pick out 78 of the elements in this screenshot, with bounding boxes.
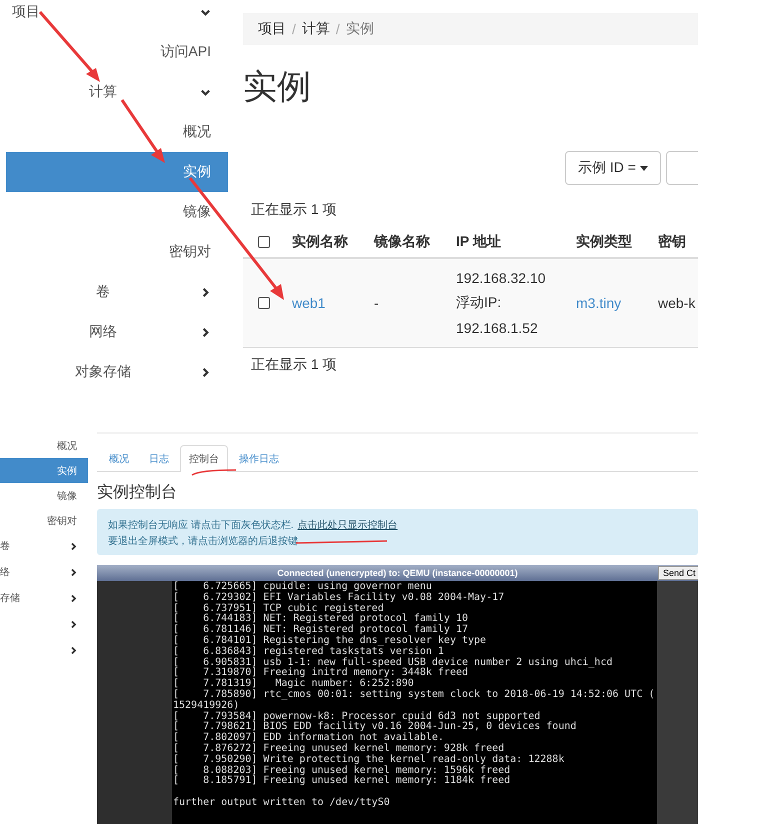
console-line: [ 7.781319] Magic number: 6:252:890 [173,679,415,690]
breadcrumb-separator: / [336,21,340,37]
tab[interactable]: 概况 [100,445,138,472]
sidebar-item[interactable]: 网络 [6,312,228,352]
connection-status-text: Connected (unencrypted) to: QEMU (instance-00000001) [277,568,518,578]
column-header[interactable]: IP 地址 [456,233,576,251]
breadcrumb-item[interactable]: 计算 [302,20,330,38]
console-line: [ 6.784101] Registering the dns_resolver key type [173,636,488,646]
sidebar-item[interactable]: 项目 [6,0,228,32]
console-line: [ 6.737951] TCP cubic registered [173,604,384,614]
sidebar-item[interactable]: 镜像 [0,483,88,508]
section-title: 实例控制台 [97,482,178,502]
console-line: further output written to /dev/ttyS0 [173,798,391,809]
info-text: 如果控制台无响应 请点击下面灰色状态栏. [108,518,294,532]
info-text: 要退出全屏模式，请点击浏览器的后退按键 [108,534,298,548]
console-line: [ 6.836843] registered taskstats version 1 [173,646,445,657]
console-line: [ 6.905831] usb 1-1: new full-speed USB device number 2 using uhci_hcd [173,658,614,668]
console-line: [ 8.185791] Freeing unused kernel memory: 1184k freed [173,776,512,788]
sidebar-item[interactable]: 实例 [0,458,88,483]
breadcrumb-separator: / [292,21,296,37]
console-line: [ 7.785890] rtc_cmos 00:01: setting system clock to 2018-06-19 14:52:06 UTC ( [173,690,656,700]
tab[interactable]: 日志 [140,445,178,472]
sidebar-item[interactable]: 实例 [6,152,228,192]
breadcrumb-item[interactable]: 实例 [346,20,374,38]
console-line: [ 6.781146] NET: Registered protocol family 17 [173,625,470,636]
console-line: [ 7.793584] powernow-k8: Processor cpuid 6d3 not supported [173,712,542,722]
page-title: 实例 [243,67,312,107]
annotation-underline [192,469,236,476]
tab[interactable]: 控制台 [180,445,228,472]
sidebar-item[interactable]: 密钥对 [6,232,228,272]
sidebar-item[interactable]: 概况 [6,112,228,152]
sidebar-item[interactable]: 访问API [6,32,228,72]
sidebar-item[interactable]: 卷 [0,539,10,553]
sidebar-item[interactable]: 镜像 [6,192,228,232]
sidebar-item[interactable]: 计算 [6,72,228,112]
ip-address-text: 浮动IP: [456,294,502,312]
chevron-right-icon[interactable] [69,542,78,550]
annotation-arrow [38,11,100,82]
console-status-bar[interactable]: Connected (unencrypted) to: QEMU (instance-00000001) Send Ct [97,565,698,581]
sidebar-item[interactable]: 密钥对 [0,508,88,533]
console-line: [ 6.729302] EFI Variables Facility v0.08 2004-May-17 [173,592,506,603]
row-checkbox[interactable] [258,297,270,309]
ip-address-text: 192.168.32.10 [456,270,547,286]
column-header[interactable]: 实例类型 [576,233,658,251]
item-count: 正在显示 1 项 [250,201,338,219]
table-cell-text: web-k [658,295,696,311]
caret-icon [640,166,648,170]
console-only-link[interactable]: 点击此处只显示控制台 [298,518,398,532]
console-line: [ 6.725665] cpuidle: using governor menu [173,582,433,592]
item-count: 正在显示 1 项 [250,356,338,374]
console-line: [ 6.744183] NET: Registered protocol family 10 [173,614,470,624]
column-header[interactable]: 密钥 [658,233,698,251]
sidebar-item[interactable]: 存储 [0,591,20,605]
sidebar-item[interactable]: 概况 [0,433,88,458]
console-line: [ 8.088203] Freeing unused kernel memory: 1596k freed [173,766,512,776]
annotation-arrow [120,99,165,163]
chevron-right-icon[interactable] [69,646,78,654]
console-line: [ 7.802097] EDD information not available. [173,733,444,744]
tab[interactable]: 操作日志 [230,445,288,472]
sidebar-item[interactable]: 卷 [6,272,228,312]
console-line: [ 7.950290] Write protecting the kernel read-only data: 12288k [173,754,566,765]
ip-address-text: 192.168.1.52 [456,320,539,336]
chevron-right-icon[interactable] [69,568,78,576]
column-header[interactable]: 实例名称 [292,233,374,251]
breadcrumb-item[interactable]: 项目 [258,20,286,38]
chevron-right-icon[interactable] [69,620,78,628]
console-line: [ 7.876272] Freeing unused kernel memory: 928k freed [173,744,506,754]
chevron-right-icon[interactable] [69,594,78,602]
console-line: [ 7.319870] Freeing initrd memory: 3448k freed [173,668,470,678]
send-keys-button[interactable]: Send Ct [658,566,698,580]
sidebar-item[interactable]: 对象存储 [6,352,228,392]
console-line: [ 7.798621] BIOS EDD facility v0.16 2004-Jun-25, 0 devices found [173,722,578,732]
filter-dropdown[interactable]: 示例 ID = [565,151,661,185]
column-header[interactable]: 镜像名称 [374,233,456,251]
sidebar-item[interactable]: 络 [0,565,10,579]
console-line: 1529419926) [173,700,240,711]
select-all-checkbox[interactable] [258,236,270,248]
table-cell-text: - [374,295,380,311]
